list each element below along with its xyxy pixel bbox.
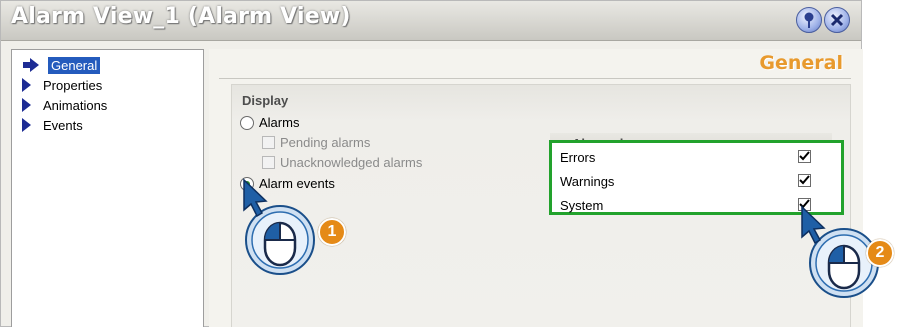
nav-item-properties[interactable]: Properties (22, 75, 105, 95)
check-icon (799, 151, 810, 161)
content-header (219, 49, 851, 79)
nav-item-animations[interactable]: Animations (22, 95, 110, 115)
triangle-right-icon (22, 118, 31, 132)
section-title: General (759, 52, 843, 74)
checkbox-unacknowledged-alarms: Unacknowledged alarms (262, 155, 422, 170)
pin-button[interactable] (796, 7, 822, 33)
checkbox-pending-alarms: Pending alarms (262, 135, 370, 150)
class-name: Warnings (560, 173, 615, 189)
window-title: Alarm View_1 (Alarm View) (11, 4, 351, 29)
class-row-system: System (560, 193, 830, 217)
nav-item-label: Events (43, 117, 83, 133)
nav-item-label: Properties (43, 77, 103, 93)
radio-button[interactable] (240, 115, 254, 130)
nav-item-label: Animations (43, 97, 108, 113)
class-name: Errors (560, 149, 596, 165)
close-button[interactable] (824, 7, 850, 33)
class-row-warnings: Warnings (560, 169, 830, 193)
pin-icon (804, 12, 814, 28)
nav-item-label: General (48, 56, 101, 74)
arrow-right-icon (23, 58, 39, 72)
class-row-errors: Errors (560, 145, 830, 169)
step-2-badge: 2 (866, 239, 894, 267)
class-name: System (560, 197, 604, 213)
step-1-badge: 1 (318, 218, 346, 246)
display-group-title: Display (242, 93, 289, 108)
checkbox-disabled (262, 136, 275, 149)
triangle-right-icon (22, 78, 31, 92)
check-icon (799, 175, 810, 185)
class-checkbox[interactable] (798, 150, 811, 163)
alarm-classes-table: Errors Warnings System (549, 140, 844, 215)
triangle-right-icon (22, 98, 31, 112)
callout-step-2: 2 (796, 205, 898, 315)
nav-item-general[interactable]: General (22, 55, 101, 75)
title-bar: Alarm View_1 (Alarm View) (1, 1, 861, 41)
radio-alarms[interactable]: Alarms (240, 115, 299, 130)
pending-alarms-label: Pending alarms (280, 135, 371, 150)
unacknowledged-alarms-label: Unacknowledged alarms (280, 155, 423, 170)
callout-step-1: 1 (238, 178, 348, 278)
radio-alarms-label: Alarms (259, 115, 300, 130)
nav-item-events[interactable]: Events (22, 115, 86, 135)
class-checkbox[interactable] (798, 174, 811, 187)
close-icon (830, 13, 844, 27)
checkbox-disabled (262, 156, 275, 169)
navigation-tree: General Properties Animations Events (11, 49, 204, 327)
